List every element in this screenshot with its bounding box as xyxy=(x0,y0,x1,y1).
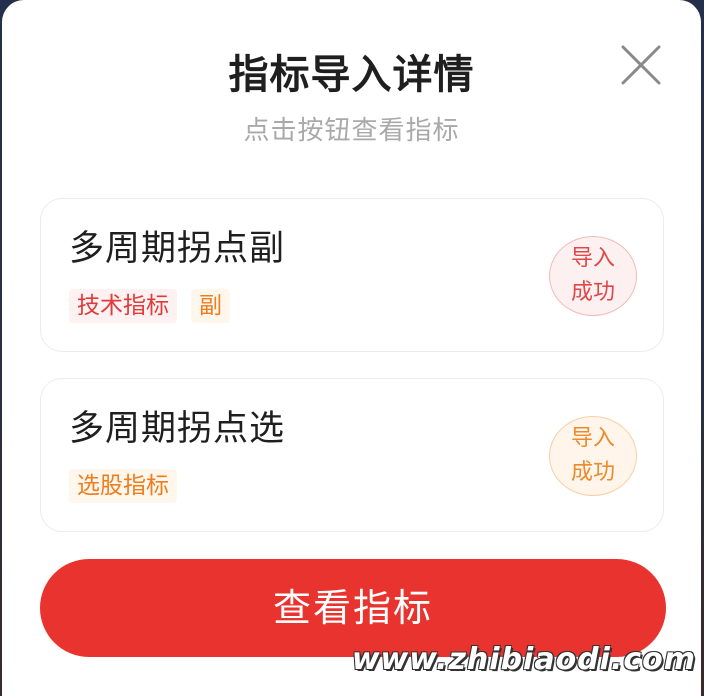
stamp-line-1: 导入 xyxy=(570,246,615,271)
dialog-subtitle: 点击按钮查看指标 xyxy=(243,116,460,146)
tag-type: 选股指标 xyxy=(69,469,177,503)
import-success-stamp: 导入 成功 xyxy=(549,416,637,496)
import-success-stamp: 导入 成功 xyxy=(549,236,637,316)
indicator-card: 多周期拐点副 技术指标 副 导入 成功 xyxy=(40,198,664,352)
stamp-line-1: 导入 xyxy=(570,426,615,451)
watermark: www.zhibiaodi.com xyxy=(351,642,696,677)
close-icon[interactable] xyxy=(620,44,662,86)
indicator-name: 多周期拐点副 xyxy=(69,229,286,269)
stamp-line-2: 成功 xyxy=(570,280,615,305)
import-details-dialog: 指标导入详情 点击按钮查看指标 多周期拐点副 技术指标 副 导入 成功 多周期拐… xyxy=(2,0,701,696)
tag-type: 技术指标 xyxy=(69,289,177,323)
dialog-title: 指标导入详情 xyxy=(228,52,475,98)
stamp-line-2: 成功 xyxy=(570,460,615,485)
tag-subtype: 副 xyxy=(191,289,230,323)
indicator-name: 多周期拐点选 xyxy=(69,409,286,449)
indicator-tags: 选股指标 xyxy=(69,469,177,503)
indicator-tags: 技术指标 副 xyxy=(69,289,230,323)
indicator-card: 多周期拐点选 选股指标 导入 成功 xyxy=(40,378,664,532)
